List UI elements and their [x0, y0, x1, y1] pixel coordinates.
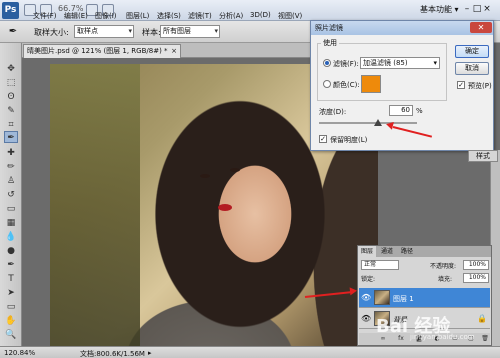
- lock-label: 锁定:: [361, 276, 376, 283]
- photo-filter-dialog: 照片滤镜 ✕ 使用 滤镜(F): 加温滤镜 (85) ▾ 颜色(C): 浓度(D)…: [310, 20, 494, 151]
- filter-select[interactable]: 加温滤镜 (85) ▾: [360, 57, 440, 69]
- fill-input[interactable]: 100%: [463, 273, 489, 283]
- menu-filter[interactable]: 滤镜(T): [188, 11, 212, 21]
- color-label: 颜色(C):: [333, 81, 360, 89]
- tab-paths[interactable]: 路径: [398, 246, 416, 257]
- eyedropper-tool-icon[interactable]: ✒: [4, 131, 18, 143]
- crop-tool-icon[interactable]: ⌗: [4, 119, 18, 131]
- path-select-tool-icon[interactable]: ➤: [4, 287, 18, 299]
- status-arrow-icon[interactable]: ▸: [148, 349, 152, 357]
- delete-layer-icon[interactable]: 🗑: [481, 335, 489, 343]
- clone-stamp-tool-icon[interactable]: ♙: [4, 175, 18, 187]
- blend-mode-select[interactable]: 正常: [361, 260, 399, 270]
- dodge-tool-icon[interactable]: ●: [4, 245, 18, 257]
- filter-radio[interactable]: [323, 59, 331, 67]
- density-slider-thumb[interactable]: [373, 119, 382, 126]
- menu-select[interactable]: 选择(S): [157, 11, 181, 21]
- density-slider[interactable]: [319, 122, 417, 124]
- healing-brush-tool-icon[interactable]: ✚: [4, 147, 18, 159]
- lasso-tool-icon[interactable]: ʘ: [4, 91, 18, 103]
- brush-tool-icon[interactable]: ✏: [4, 161, 18, 173]
- menu-layer[interactable]: 图层(L): [126, 11, 149, 21]
- filter-select-value: 加温滤镜 (85): [363, 59, 408, 67]
- document-tab-title: 晴美图片.psd @ 121% (图层 1, RGB/8#) *: [27, 47, 168, 55]
- lock-icon: 🔒: [477, 314, 487, 323]
- preserve-luminosity-label: 保留明度(L): [330, 136, 368, 144]
- filter-label: 滤镜(F):: [333, 60, 359, 68]
- density-unit: %: [416, 107, 423, 115]
- maximize-icon[interactable]: □: [472, 4, 482, 14]
- ok-button[interactable]: 确定: [455, 45, 489, 58]
- workspace-switcher[interactable]: 基本功能 ▾: [420, 4, 459, 15]
- preview-label: 预览(P): [468, 82, 492, 90]
- close-icon[interactable]: ×: [171, 45, 177, 57]
- fill-label: 填充:: [438, 276, 453, 283]
- opacity-label: 不透明度:: [430, 263, 457, 270]
- menu-file[interactable]: 文件(F): [33, 11, 57, 21]
- status-bar: 120.84% 文档:800.6K/1.56M ▸: [0, 346, 500, 358]
- visibility-eye-icon[interactable]: 👁: [361, 293, 371, 302]
- layers-panel-tabs: 图层 通道 路径: [358, 246, 491, 257]
- quick-select-tool-icon[interactable]: ✎: [4, 105, 18, 117]
- tab-channels[interactable]: 通道: [378, 246, 396, 257]
- color-swatch[interactable]: [361, 75, 381, 93]
- document-tab[interactable]: 晴美图片.psd @ 121% (图层 1, RGB/8#) * ×: [23, 44, 181, 58]
- density-label: 浓度(D):: [319, 108, 347, 116]
- color-radio[interactable]: [323, 80, 331, 88]
- blur-tool-icon[interactable]: 💧: [4, 231, 18, 243]
- menu-3d[interactable]: 3D(D): [250, 11, 271, 19]
- document-tab-bar: 晴美图片.psd @ 121% (图层 1, RGB/8#) * ×: [22, 43, 312, 58]
- layer-name: 图层 1: [393, 295, 414, 303]
- zoom-tool-icon[interactable]: 🔍: [4, 329, 18, 341]
- marquee-tool-icon[interactable]: ⬚: [4, 77, 18, 89]
- opacity-input[interactable]: 100%: [463, 260, 489, 270]
- menu-edit[interactable]: 编辑(E): [64, 11, 88, 21]
- sample-size-label: 取样大小:: [34, 28, 69, 37]
- tools-panel: ✥ ⬚ ʘ ✎ ⌗ ✒ ✚ ✏ ♙ ↺ ▭ ▦ 💧 ● ✒ T ➤ ▭ ✋ 🔍: [0, 43, 22, 346]
- chevron-down-icon: ▾: [433, 59, 437, 67]
- status-doc-size: 文档:800.6K/1.56M: [80, 350, 145, 358]
- visibility-eye-icon[interactable]: 👁: [361, 314, 371, 323]
- history-brush-tool-icon[interactable]: ↺: [4, 189, 18, 201]
- dialog-close-button[interactable]: ✕: [470, 22, 492, 33]
- menu-view[interactable]: 视图(V): [278, 11, 302, 21]
- gradient-tool-icon[interactable]: ▦: [4, 217, 18, 229]
- hand-tool-icon[interactable]: ✋: [4, 315, 18, 327]
- photoshop-logo: Ps: [2, 2, 19, 19]
- sample-label: 样本:: [142, 28, 161, 37]
- tab-layers[interactable]: 图层: [358, 246, 377, 257]
- left-eye: [200, 174, 210, 178]
- styles-tab[interactable]: 样式: [468, 150, 498, 162]
- density-input[interactable]: 60: [389, 105, 413, 116]
- use-legend: 使用: [321, 38, 339, 48]
- shape-tool-icon[interactable]: ▭: [4, 301, 18, 313]
- minimize-icon[interactable]: –: [462, 4, 472, 14]
- preserve-luminosity-checkbox[interactable]: ✓: [319, 135, 327, 143]
- menu-analysis[interactable]: 分析(A): [219, 11, 243, 21]
- close-icon[interactable]: ×: [482, 4, 492, 14]
- right-eye: [230, 168, 240, 172]
- red-lips: [218, 204, 232, 211]
- layer-thumbnail: [374, 290, 390, 305]
- pen-tool-icon[interactable]: ✒: [4, 259, 18, 271]
- eyedropper-icon[interactable]: ✒: [6, 25, 20, 38]
- layer-row-layer-1[interactable]: 👁 图层 1: [359, 288, 490, 308]
- move-tool-icon[interactable]: ✥: [4, 63, 18, 75]
- dialog-title: 照片滤镜: [311, 21, 493, 35]
- cancel-button[interactable]: 取消: [455, 62, 489, 75]
- menu-image[interactable]: 图像(I): [95, 11, 117, 21]
- status-zoom[interactable]: 120.84%: [4, 349, 35, 357]
- sample-size-select[interactable]: 取样点: [74, 25, 134, 38]
- eraser-tool-icon[interactable]: ▭: [4, 203, 18, 215]
- foliage-background: [50, 64, 140, 346]
- watermark-url: jingyan.baidu.com: [410, 333, 475, 341]
- use-group: [317, 43, 447, 101]
- window-controls: – □ ×: [462, 4, 492, 14]
- type-tool-icon[interactable]: T: [4, 273, 18, 285]
- preview-checkbox[interactable]: ✓: [457, 81, 465, 89]
- sample-select[interactable]: 所有图层: [160, 25, 220, 38]
